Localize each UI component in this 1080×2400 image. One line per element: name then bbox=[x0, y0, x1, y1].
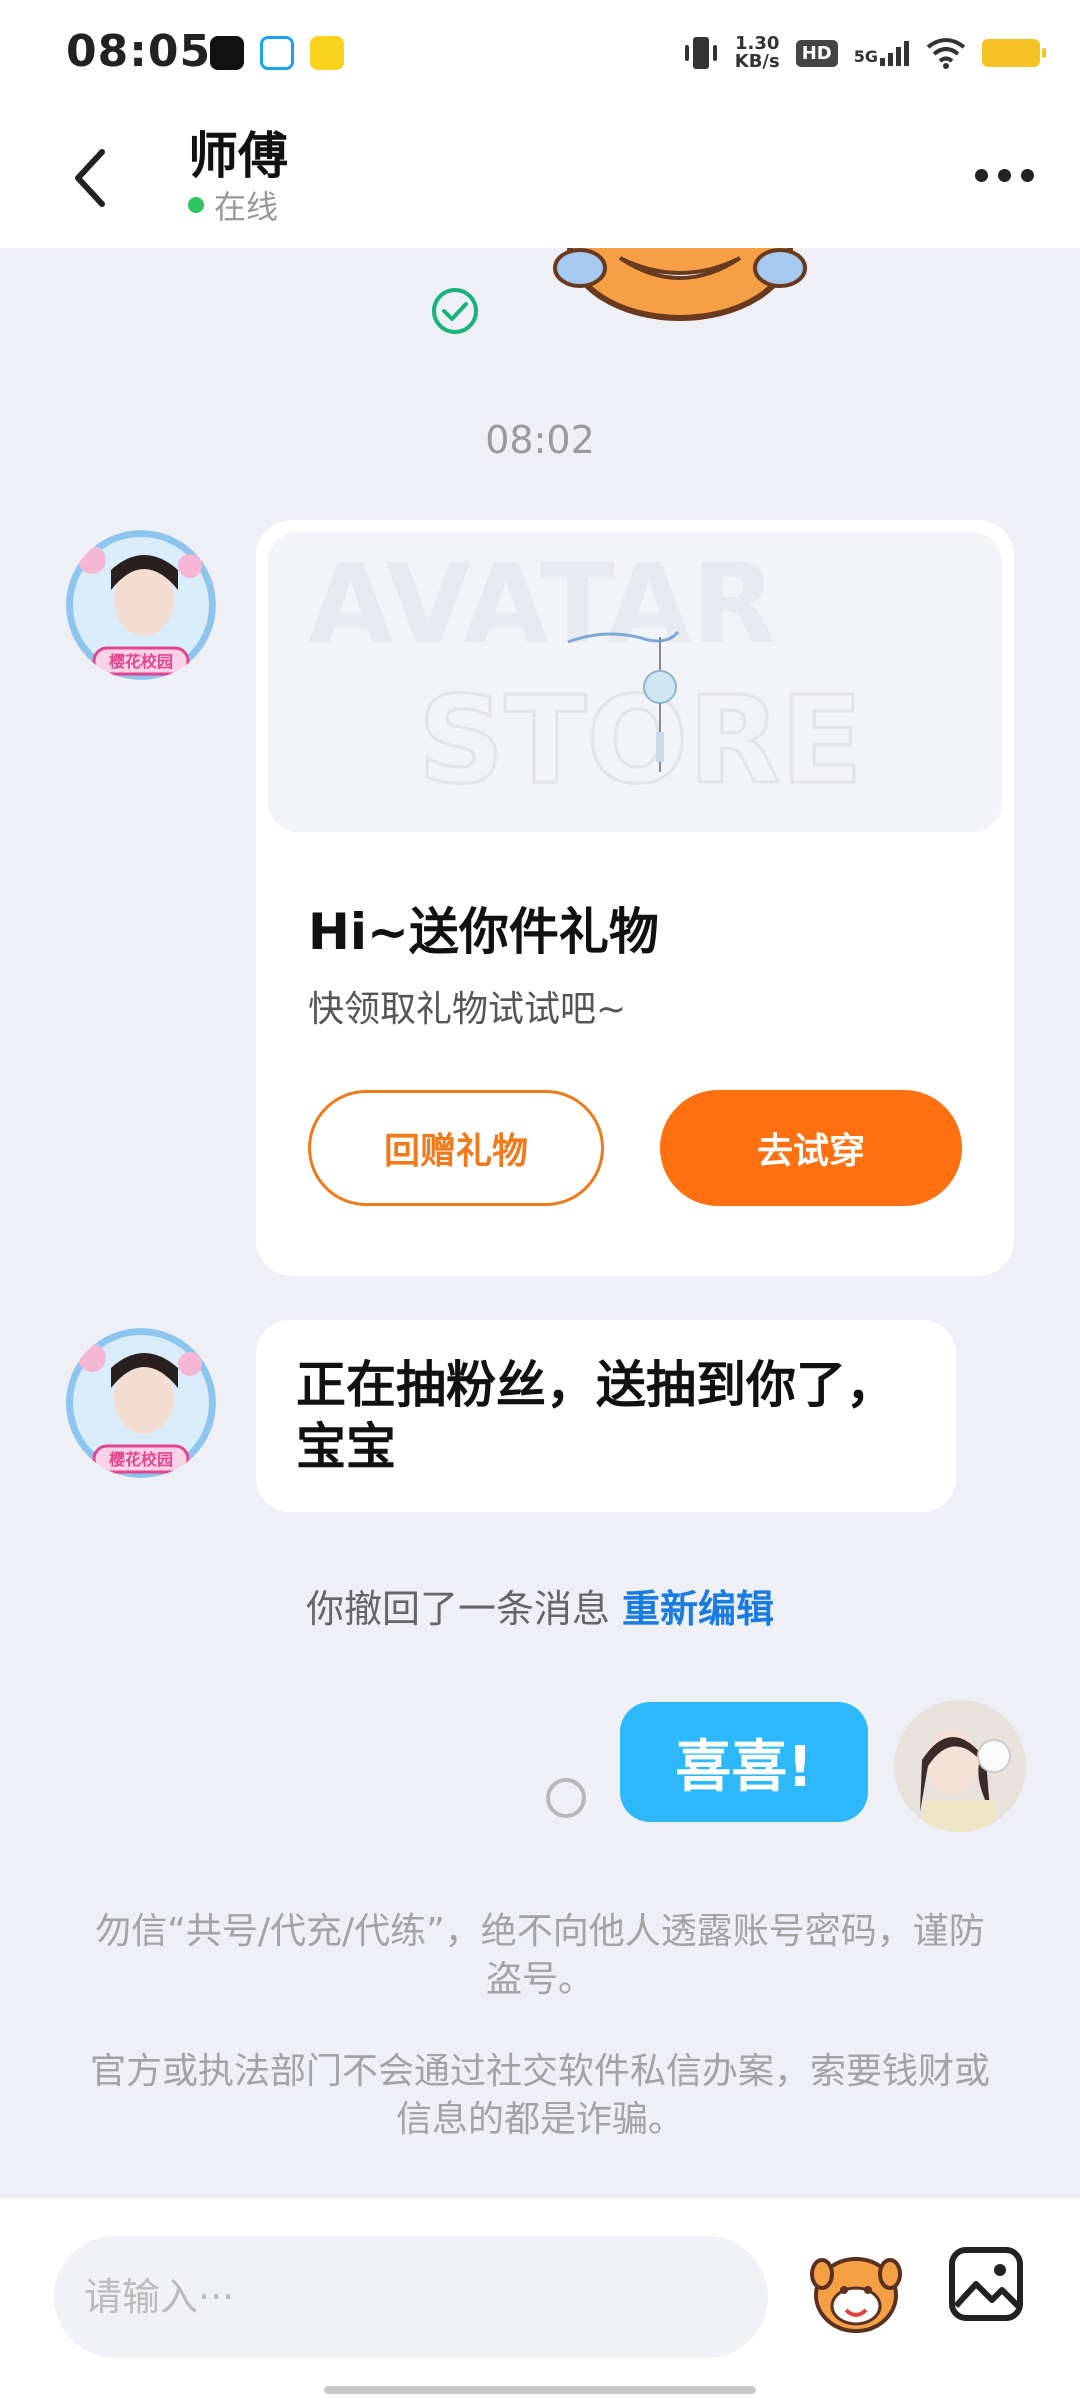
my-avatar-image bbox=[894, 1700, 1026, 1832]
novel-app-icon bbox=[310, 36, 344, 70]
read-receipt-check-icon bbox=[432, 288, 478, 334]
sending-status-icon bbox=[546, 1778, 586, 1818]
wifi-icon bbox=[926, 38, 966, 69]
recall-notice: 你撤回了一条消息 重新编辑 bbox=[0, 1578, 1080, 1633]
chat-message-list[interactable]: 08:02 樱花校园 AVATAR STORE Hi~送你件礼物 快领取礼物试试… bbox=[0, 248, 1080, 2198]
avatar-image: 樱花校园 bbox=[66, 1328, 216, 1478]
banner-text-store: STORE bbox=[418, 672, 863, 811]
avatar-badge-text: 樱花校园 bbox=[109, 652, 173, 671]
signal-icon bbox=[880, 41, 909, 66]
online-status-text: 在线 bbox=[214, 188, 279, 226]
input-bar bbox=[0, 2198, 1080, 2400]
recall-notice-text: 你撤回了一条消息 bbox=[305, 1587, 610, 1631]
home-indicator[interactable] bbox=[324, 2386, 756, 2394]
network-speed-unit: KB/s bbox=[734, 51, 780, 72]
status-indicators: 1.30 KB/s HD 5G bbox=[683, 28, 1046, 78]
tiktok-app-icon bbox=[210, 36, 244, 70]
online-status: 在线 bbox=[188, 182, 278, 228]
incoming-text-message[interactable]: 正在抽粉丝，送抽到你了，宝宝 bbox=[256, 1320, 956, 1512]
contact-name[interactable]: 师傅 bbox=[188, 116, 288, 188]
hd-badge: HD bbox=[795, 39, 838, 67]
try-on-button[interactable]: 去试穿 bbox=[660, 1090, 962, 1206]
back-button[interactable] bbox=[60, 138, 120, 218]
network-speed: 1.30 KB/s bbox=[735, 35, 780, 71]
avatar-image: 樱花校园 bbox=[66, 530, 216, 680]
online-dot bbox=[188, 197, 204, 213]
message-timestamp: 08:02 bbox=[485, 418, 595, 462]
return-gift-button[interactable]: 回赠礼物 bbox=[308, 1090, 604, 1206]
banner-text-avatar: AVATAR bbox=[308, 540, 776, 668]
image-icon[interactable] bbox=[946, 2244, 1026, 2324]
gift-banner[interactable]: AVATAR STORE bbox=[268, 532, 1002, 832]
chat-header: 师傅 在线 bbox=[0, 108, 1080, 248]
video-app-icon bbox=[260, 36, 294, 70]
security-warning-2: 官方或执法部门不会通过社交软件私信办案，索要钱财或信息的都是诈骗。 bbox=[89, 2051, 990, 2140]
more-dots-icon bbox=[974, 168, 988, 182]
outgoing-text-message[interactable]: 喜喜! bbox=[620, 1702, 868, 1822]
re-edit-link[interactable]: 重新编辑 bbox=[622, 1587, 774, 1631]
gift-card-message[interactable]: AVATAR STORE Hi~送你件礼物 快领取礼物试试吧~ 回赠礼物 去试穿 bbox=[256, 520, 1014, 1276]
vibrate-icon bbox=[684, 37, 717, 69]
message-input[interactable] bbox=[54, 2236, 768, 2358]
status-bar: 08:05 1.30 KB/s HD 5G bbox=[0, 0, 1080, 108]
battery-icon bbox=[982, 39, 1046, 67]
back-arrow-icon bbox=[75, 149, 105, 207]
gift-title: Hi~送你件礼物 bbox=[308, 903, 659, 961]
status-time: 08:05 bbox=[66, 26, 212, 77]
avatar-badge-text: 樱花校园 bbox=[109, 1450, 173, 1469]
my-avatar[interactable] bbox=[894, 1700, 1026, 1832]
network-type: 5G bbox=[853, 47, 878, 66]
contact-avatar[interactable]: 樱花校园 bbox=[66, 1328, 216, 1478]
more-button[interactable] bbox=[964, 150, 1044, 200]
sticker-icon[interactable] bbox=[806, 2240, 906, 2340]
sticker-message[interactable] bbox=[550, 248, 810, 328]
gift-subtitle: 快领取礼物试试吧~ bbox=[308, 989, 627, 1030]
contact-avatar[interactable]: 樱花校园 bbox=[66, 530, 216, 680]
security-warning-1: 勿信“共号/代充/代练”，绝不向他人透露账号密码，谨防盗号。 bbox=[95, 1911, 985, 2000]
avatar-store-banner: AVATAR STORE bbox=[308, 540, 864, 813]
